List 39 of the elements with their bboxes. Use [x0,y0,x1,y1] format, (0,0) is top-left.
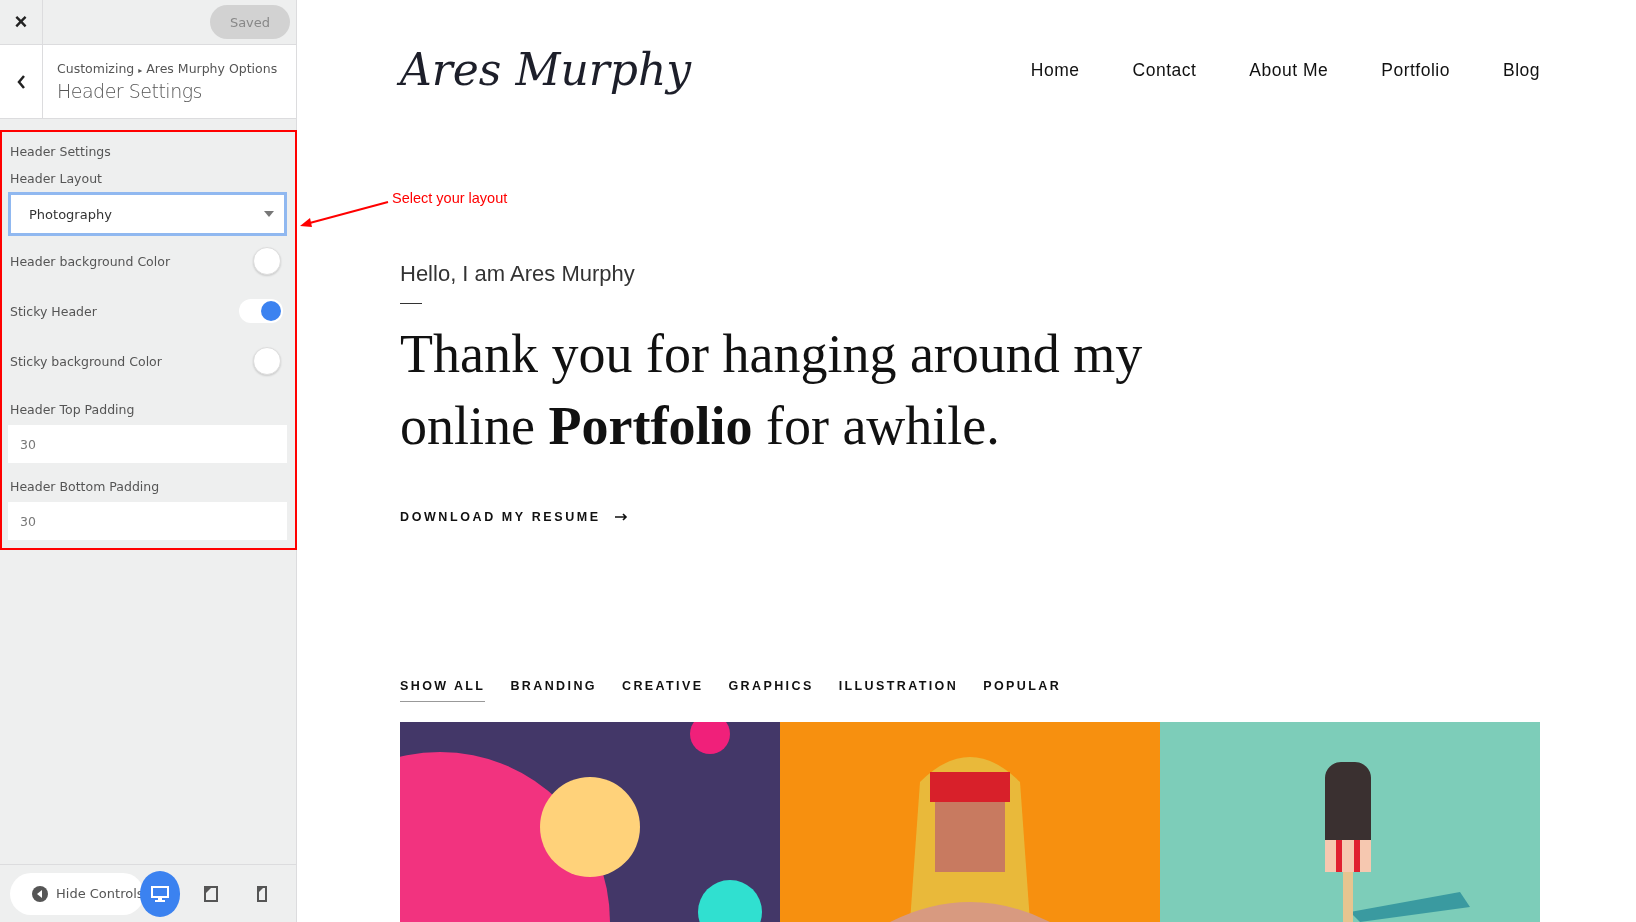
mobile-icon [256,885,267,902]
collapse-icon [32,885,48,902]
color-picker[interactable] [253,247,281,275]
caret-icon [264,211,274,217]
breadcrumb: Customizing ▸ Ares Murphy Options [57,61,278,76]
input-field[interactable]: 30 [8,425,287,463]
arrow-right-icon [614,513,628,521]
field-label: Header Top Padding [10,402,136,417]
toggle-switch[interactable] [239,299,283,323]
filter-tab[interactable]: POPULAR [983,679,1062,702]
filter-tab[interactable]: BRANDING [510,679,597,702]
layout-select[interactable]: Photography [8,192,287,236]
hero-headline: Thank you for hanging around my online Portfolio for awhile. [400,323,1144,458]
field-label: Sticky background Color [10,353,162,369]
nav-link[interactable]: Home [1030,60,1080,81]
filter-tab[interactable]: ILLUSTRATION [838,679,959,702]
filter-tab[interactable]: CREATIVE [621,679,704,702]
nav-link[interactable]: Portfolio [1381,60,1450,81]
annotation-text: Select your layout [392,190,508,206]
tablet-icon [203,885,218,902]
desktop-icon [150,885,169,902]
field-label: Header background Color [10,253,171,269]
section-title: Header Settings [10,144,112,159]
close-button[interactable]: × [0,0,43,45]
panel-title: Header Settings [57,80,203,102]
nav-link[interactable]: About Me [1249,60,1329,81]
input-field[interactable]: 30 [8,502,287,540]
greeting-text: Hello, I am Ares Murphy [400,261,636,288]
filter-tab[interactable]: SHOW ALL [400,679,486,702]
back-icon [16,74,26,89]
color-picker[interactable] [253,347,281,375]
field-label: Sticky Header [10,303,97,319]
filter-tab[interactable]: GRAPHICS [728,679,814,702]
download-resume-link[interactable]: DOWNLOAD MY RESUME [400,510,1540,524]
device-button[interactable] [139,870,181,917]
nav-link[interactable]: Blog [1502,60,1540,81]
nav-link[interactable]: Contact [1132,60,1197,81]
field-label: Header Layout [10,171,103,186]
field-label: Header Bottom Padding [10,479,161,494]
